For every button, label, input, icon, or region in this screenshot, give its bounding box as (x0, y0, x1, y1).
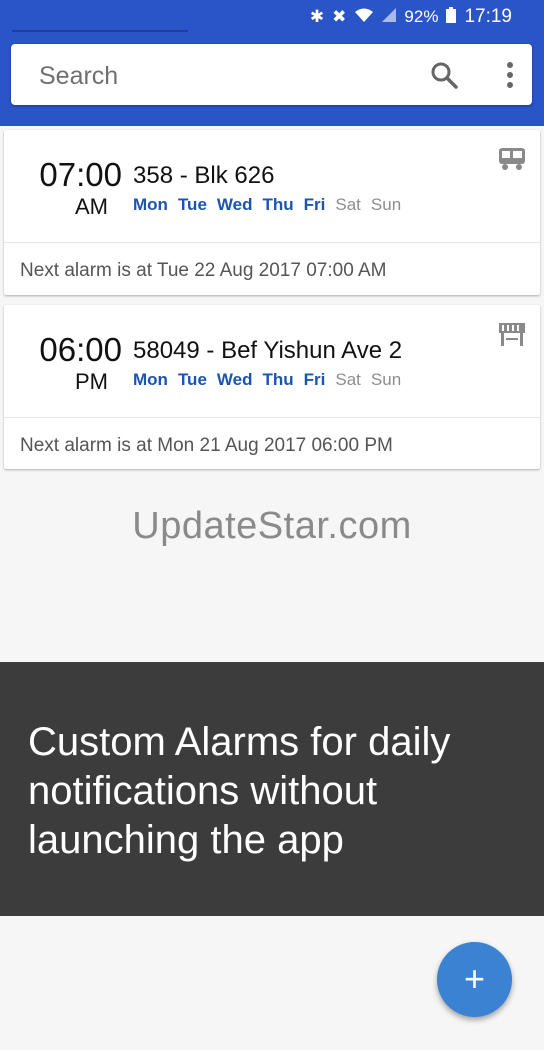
next-alarm-text: Next alarm is at Mon 21 Aug 2017 06:00 P… (20, 435, 393, 456)
alarm-days: Mon Tue Wed Thu Fri Sat Sun (133, 370, 401, 390)
day-wed: Wed (216, 195, 253, 214)
alarm-title: 358 - Blk 626 (133, 162, 275, 189)
day-fri: Fri (303, 195, 326, 214)
day-sun: Sun (370, 370, 402, 389)
search-input[interactable] (37, 57, 401, 95)
day-sun: Sun (370, 195, 402, 214)
alarm-title: 58049 - Bef Yishun Ave 2 (133, 337, 403, 364)
next-alarm-text: Next alarm is at Tue 22 Aug 2017 07:00 A… (20, 260, 387, 281)
day-tue: Tue (177, 195, 207, 214)
search-bar (11, 44, 532, 105)
day-thu: Thu (262, 195, 294, 214)
search-icon[interactable] (429, 60, 459, 90)
bluetooth-icon: ✱ (309, 7, 325, 26)
day-fri: Fri (303, 370, 326, 389)
mute-icon: ✖ (332, 7, 347, 26)
watermark: UpdateStar.com (132, 505, 412, 547)
day-mon: Mon (133, 195, 168, 214)
alarm-card[interactable]: 06:00 PM 58049 - Bef Yishun Ave 2 Mon Tu… (4, 305, 540, 469)
status-time: 17:19 (464, 6, 512, 27)
day-wed: Wed (216, 370, 253, 389)
day-mon: Mon (133, 370, 168, 389)
bus-stop-icon (498, 321, 526, 347)
card-divider (4, 242, 540, 243)
card-divider (4, 417, 540, 418)
day-tue: Tue (177, 370, 207, 389)
battery-percent: 92% (404, 7, 439, 26)
day-thu: Thu (262, 370, 294, 389)
signal-icon (382, 7, 397, 27)
app-bar (0, 32, 544, 126)
add-alarm-button[interactable]: + (437, 942, 512, 1017)
status-icons: ✱ ✖ 92% 17:19 (310, 6, 512, 28)
alarm-ampm: AM (75, 194, 108, 219)
day-sat: Sat (335, 195, 361, 214)
alarm-card[interactable]: 07:00 AM 358 - Blk 626 Mon Tue Wed Thu F… (4, 130, 540, 295)
more-options-icon[interactable] (495, 60, 525, 90)
day-sat: Sat (335, 370, 361, 389)
alarm-ampm: PM (75, 369, 108, 394)
bus-icon (498, 146, 526, 172)
promo-banner: Custom Alarms for daily notifications wi… (0, 662, 544, 916)
wifi-icon (354, 7, 374, 28)
alarm-time: 06:00 (39, 331, 122, 368)
banner-text: Custom Alarms for daily notifications wi… (28, 720, 451, 862)
alarm-days: Mon Tue Wed Thu Fri Sat Sun (133, 195, 401, 215)
alarm-time: 07:00 (39, 156, 122, 193)
status-bar: ✱ ✖ 92% 17:19 (0, 0, 544, 33)
battery-icon (446, 6, 457, 28)
